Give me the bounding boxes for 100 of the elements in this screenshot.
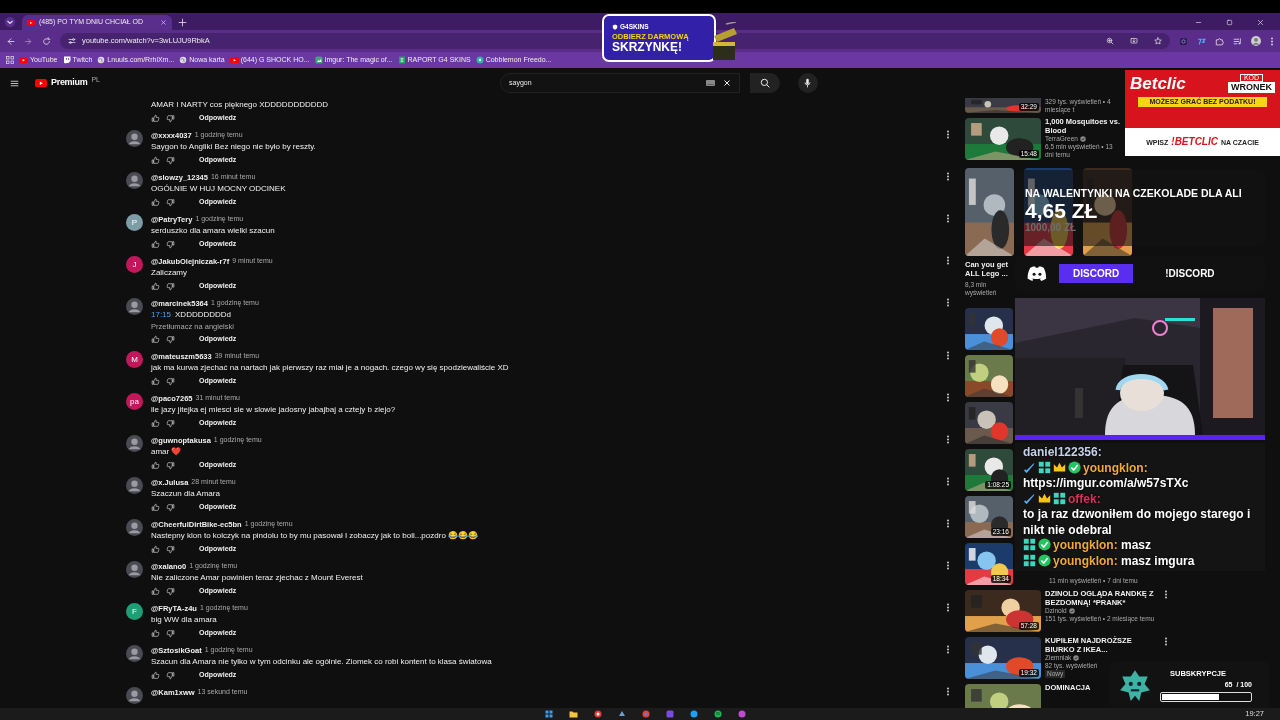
- comment-menu-icon[interactable]: [946, 435, 950, 444]
- dislike-icon[interactable]: [166, 281, 175, 291]
- user-avatar[interactable]: [126, 519, 143, 536]
- browser-icon[interactable]: [642, 710, 650, 718]
- video-menu-icon[interactable]: [1164, 590, 1168, 599]
- star-icon[interactable]: [1154, 37, 1162, 45]
- dislike-icon[interactable]: [166, 155, 175, 165]
- like-icon[interactable]: [151, 544, 160, 554]
- dislike-icon[interactable]: [166, 460, 175, 470]
- comment-text: Nie zaliczone Amar powinien teraz zjechac z Mount Everest: [151, 572, 364, 584]
- video-menu-icon[interactable]: [1164, 637, 1168, 646]
- dislike-icon[interactable]: [166, 586, 175, 596]
- promo-code: WRONEK: [1228, 82, 1275, 93]
- avatar: M: [126, 351, 143, 368]
- restore-icon[interactable]: [1226, 19, 1233, 26]
- like-icon[interactable]: [151, 334, 160, 344]
- install-icon[interactable]: [1130, 37, 1138, 45]
- menu-icon[interactable]: [1270, 36, 1274, 46]
- forward-icon[interactable]: [24, 36, 33, 46]
- extension-icon[interactable]: [1179, 36, 1188, 46]
- dislike-icon[interactable]: [166, 544, 175, 554]
- dislike-icon[interactable]: [166, 502, 175, 512]
- dislike-icon[interactable]: [166, 113, 175, 123]
- comment-menu-icon[interactable]: [946, 519, 950, 528]
- youtube-logo[interactable]: Premium $^{PL}$: [35, 76, 100, 90]
- dislike-icon[interactable]: [166, 628, 175, 638]
- chat-username: youngklon:: [1053, 553, 1118, 568]
- app-icon[interactable]: [690, 710, 698, 718]
- user-avatar[interactable]: [126, 477, 143, 494]
- user-avatar[interactable]: [126, 561, 143, 578]
- comment-text: serduszko dla amara wielki szacun: [151, 225, 276, 237]
- dislike-icon[interactable]: [166, 670, 175, 680]
- user-avatar[interactable]: [126, 298, 143, 315]
- comment-menu-icon[interactable]: [946, 561, 950, 570]
- comment-menu-icon[interactable]: [946, 351, 950, 360]
- dislike-icon[interactable]: [166, 418, 175, 428]
- minimize-icon[interactable]: [1195, 19, 1202, 26]
- comment-menu-icon[interactable]: [946, 130, 950, 139]
- comment-text: Zaliczamy: [151, 267, 188, 279]
- menu-icon[interactable]: [10, 78, 19, 88]
- timestamp-link[interactable]: 17:15: [151, 309, 172, 321]
- dislike-icon[interactable]: [166, 334, 175, 344]
- zoom-icon[interactable]: [1106, 37, 1114, 45]
- user-avatar[interactable]: [126, 172, 143, 189]
- comment-menu-icon[interactable]: [946, 645, 950, 654]
- apps-icon[interactable]: [6, 56, 14, 64]
- music-icon[interactable]: [714, 710, 722, 718]
- treasure-chest-icon: [712, 22, 738, 62]
- shield-icon: [612, 24, 618, 30]
- comment-menu-icon[interactable]: [946, 172, 950, 181]
- like-icon[interactable]: [151, 376, 160, 386]
- user-avatar[interactable]: [126, 687, 143, 704]
- avatar: P: [126, 214, 143, 231]
- app-icon[interactable]: [618, 710, 626, 718]
- chat-username: youngklon:: [1083, 460, 1148, 475]
- like-icon[interactable]: [151, 628, 160, 638]
- media-icon[interactable]: [1233, 36, 1242, 46]
- like-icon[interactable]: [151, 197, 160, 207]
- back-icon[interactable]: [6, 36, 15, 46]
- verified-badge-icon: [1068, 460, 1081, 474]
- puzzle-icon[interactable]: [1215, 36, 1224, 46]
- like-icon[interactable]: [151, 281, 160, 291]
- app-icon[interactable]: [594, 710, 602, 718]
- comment-menu-icon[interactable]: [946, 603, 950, 612]
- dislike-icon[interactable]: [166, 239, 175, 249]
- user-avatar[interactable]: [126, 645, 143, 662]
- comment-menu-icon[interactable]: [946, 298, 950, 307]
- user-avatar[interactable]: [126, 435, 143, 452]
- comment-menu-icon[interactable]: [946, 477, 950, 486]
- like-icon[interactable]: [151, 155, 160, 165]
- reload-icon[interactable]: [42, 36, 51, 46]
- windows-icon[interactable]: [545, 710, 553, 718]
- close-icon[interactable]: [723, 79, 731, 87]
- like-icon[interactable]: [151, 502, 160, 512]
- chat-message-text: https://imgur.com/a/w57sTXc: [1023, 476, 1189, 492]
- tab-search-icon[interactable]: [4, 16, 16, 28]
- comment-menu-icon[interactable]: [946, 256, 950, 265]
- like-icon[interactable]: [151, 586, 160, 596]
- extension-icon[interactable]: [1197, 36, 1206, 46]
- like-icon[interactable]: [151, 113, 160, 123]
- profile-avatar-icon[interactable]: [1251, 36, 1261, 46]
- search-button[interactable]: [750, 73, 780, 93]
- like-icon[interactable]: [151, 460, 160, 470]
- plus-icon[interactable]: [178, 18, 187, 27]
- comment-menu-icon[interactable]: [946, 687, 950, 696]
- chat-message-text: masz imgura: [1121, 553, 1195, 569]
- user-avatar[interactable]: [126, 130, 143, 147]
- like-icon[interactable]: [151, 670, 160, 680]
- folder-icon[interactable]: [569, 710, 578, 718]
- site-info-icon[interactable]: [68, 37, 76, 45]
- like-icon[interactable]: [151, 418, 160, 428]
- comment-menu-icon[interactable]: [946, 393, 950, 402]
- comment-menu-icon[interactable]: [946, 214, 950, 223]
- ball-icon: [475, 56, 484, 64]
- dislike-icon[interactable]: [166, 197, 175, 207]
- globe-icon: [97, 56, 106, 64]
- microphone-button[interactable]: [798, 73, 818, 93]
- like-icon[interactable]: [151, 239, 160, 249]
- dislike-icon[interactable]: [166, 376, 175, 386]
- chat-command: !DISCORD: [1165, 267, 1215, 281]
